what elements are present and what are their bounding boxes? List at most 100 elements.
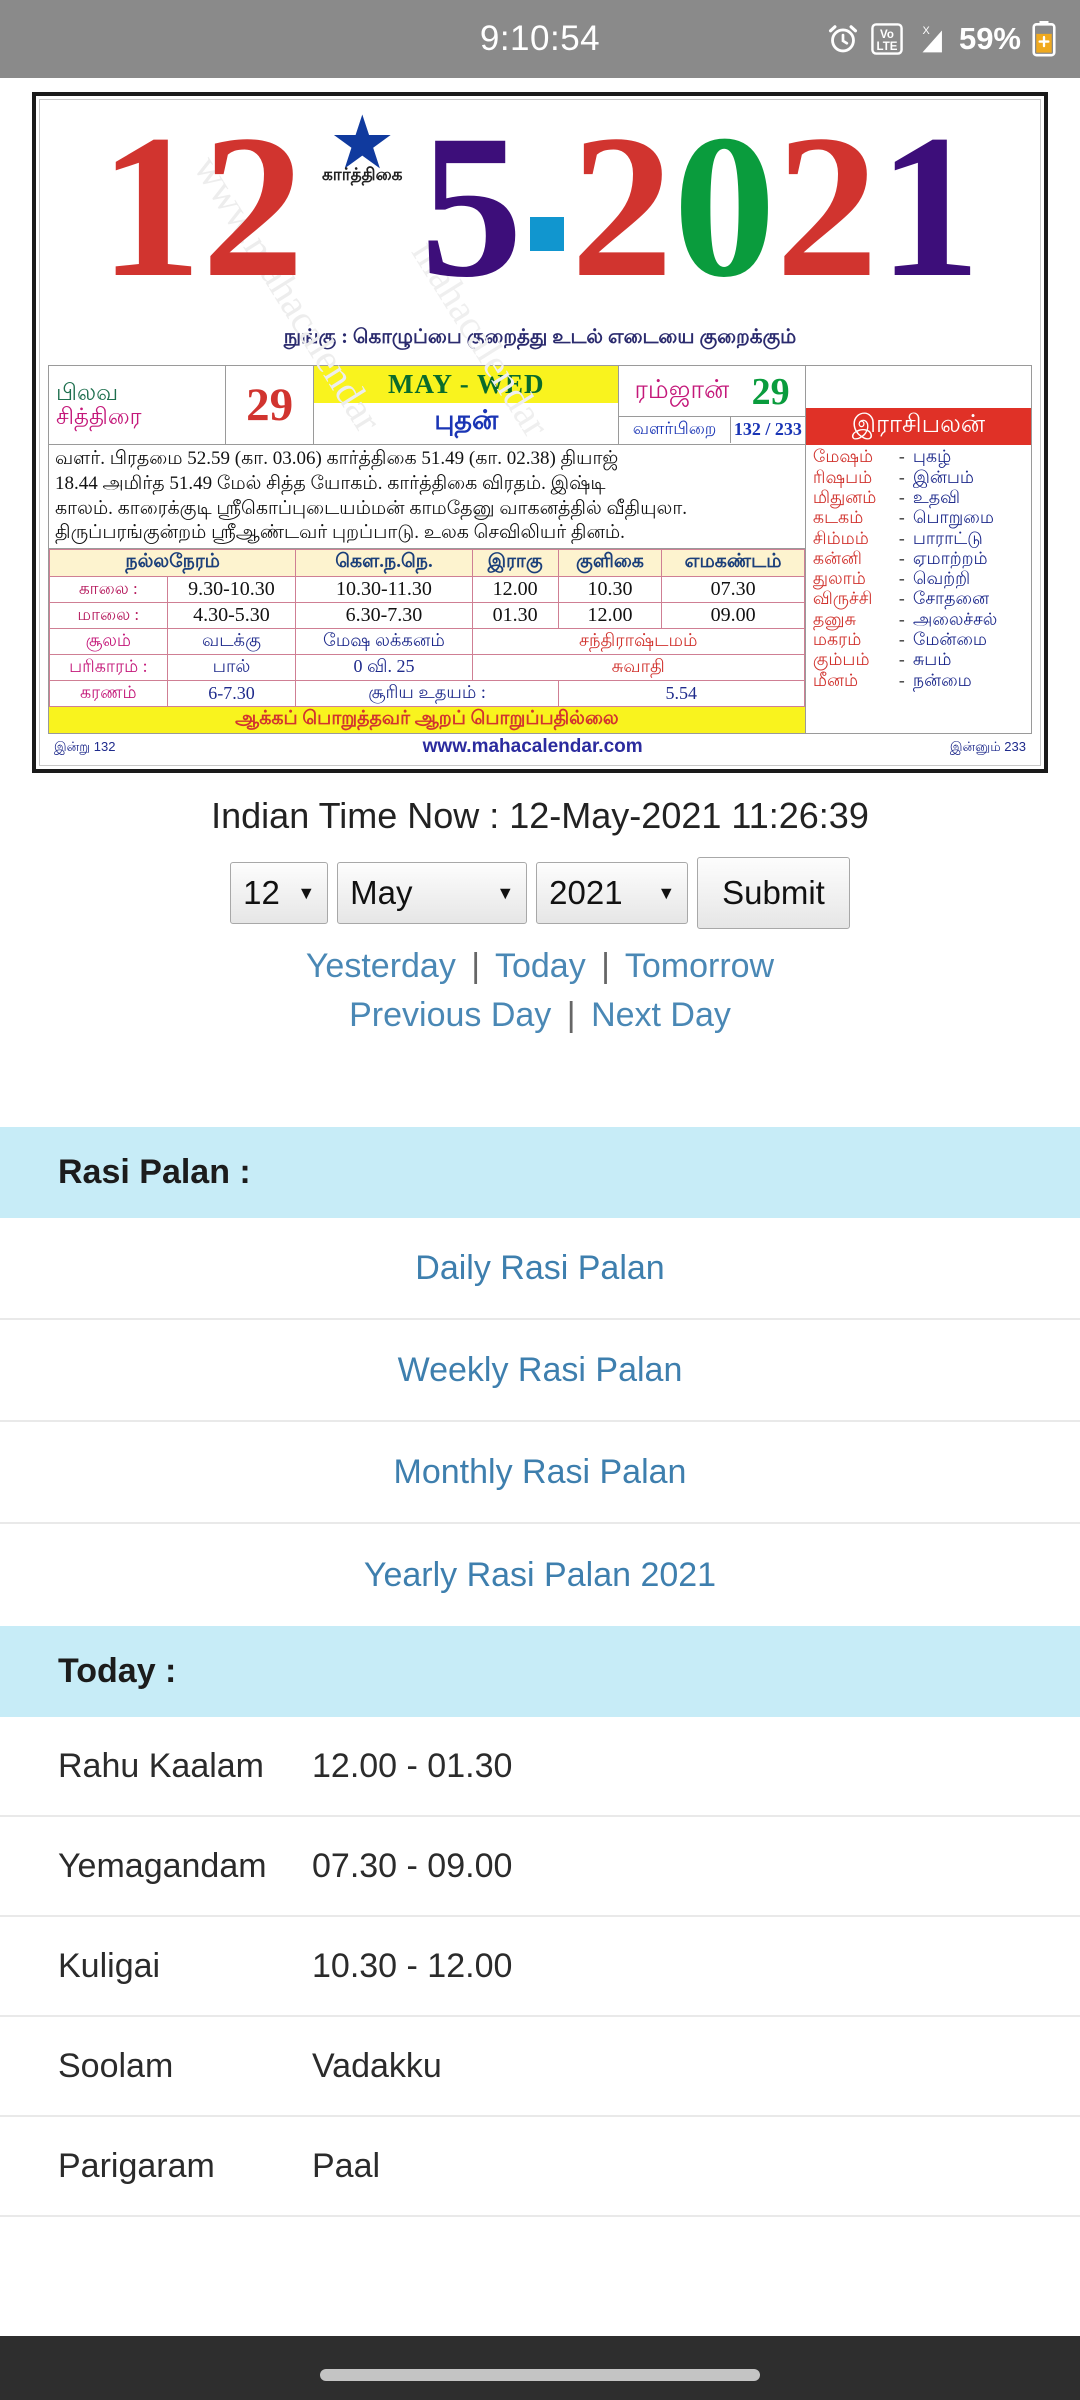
big-date-day: 12 [99, 99, 305, 320]
table-row: Rahu Kaalam 12.00 - 01.30 [0, 1717, 1080, 1818]
days-remaining: இன்னும் 233 [949, 738, 1026, 754]
big-date-year-0: 0 [673, 99, 776, 320]
monthly-rasi-palan-link[interactable]: Monthly Rasi Palan [394, 1453, 687, 1492]
panchangam-line: வளர். பிரதமை 52.59 (கா. 03.06) கார்த்திக… [55, 448, 619, 469]
chevron-down-icon: ▼ [496, 882, 515, 903]
chevron-down-icon: ▼ [297, 882, 316, 903]
soolam-label: சூலம் [49, 628, 168, 656]
rasi-row: கன்னி - ஏமாற்றம் [812, 547, 988, 568]
svg-text:X: X [922, 25, 930, 37]
col-kuligai: குளிகை [557, 549, 663, 578]
col-raahu: இராகு [471, 549, 559, 578]
karanam-label: கரணம் [49, 680, 168, 708]
yesterday-link[interactable]: Yesterday [306, 947, 456, 985]
table-row: Kuligai 10.30 - 12.00 [0, 1917, 1080, 2018]
big-date-year-2: 2 [570, 99, 674, 320]
islamic-date: 29 [751, 370, 790, 413]
page-scroll-area[interactable]: www.mahacalendar mahacalendar 12 ★ கார்த… [0, 92, 1080, 2400]
rasi-row: மிதுனம் - உதவி [812, 486, 961, 507]
next-day-link[interactable]: Next Day [591, 996, 731, 1034]
parigaram-row: பரிகாரம் : பால் 0 வி. 25 சுவாதி [49, 654, 805, 682]
today-section: Today : Rahu Kaalam 12.00 - 01.30 Yemaga… [0, 1626, 1080, 2218]
tamil-year: பிலவ [56, 379, 119, 405]
big-date-year-2b: 2 [775, 99, 879, 320]
submit-button[interactable]: Submit [697, 857, 850, 930]
sunrise-label: சூரிய உதயம் : [295, 680, 559, 708]
calendar-image: www.mahacalendar mahacalendar 12 ★ கார்த… [32, 92, 1048, 774]
karanam-row: கரணம் 6-7.30 சூரிய உதயம் : 5.54 [49, 680, 805, 708]
volte-icon: Vo LTE [871, 23, 903, 55]
times-row: மாலை : 4.30-5.30 6.30-7.30 01.30 12.00 0… [49, 602, 805, 630]
battery-percent-label: 59% [958, 21, 1021, 56]
month-select[interactable]: May ▼ [337, 862, 528, 925]
battery-icon [1032, 21, 1056, 57]
big-date-month: 5 [420, 99, 523, 320]
today-link[interactable]: Today [495, 947, 586, 985]
weekly-rasi-palan-link[interactable]: Weekly Rasi Palan [398, 1351, 683, 1390]
tamil-month: சித்திரை [56, 404, 142, 429]
rasi-row: தனுசு - அலைச்சல் [812, 608, 998, 629]
rasi-palan-link-row[interactable]: Monthly Rasi Palan [0, 1422, 1080, 1525]
auspicious-times-table: நல்லநேரம் கௌ.ந.நெ. இராகு குளிகை எமகண்டம்… [48, 549, 805, 708]
alarm-icon [828, 25, 857, 53]
website-url: www.mahacalendar.com [422, 736, 643, 758]
table-row: Parigaram Paal [0, 2117, 1080, 2218]
big-date-display: 12 ★ கார்த்திகை 5 2 0 2 1 [48, 104, 1032, 309]
soolam-row: சூலம் வடக்கு மேஷ லக்கனம் சந்திராஷ்டமம் [49, 628, 805, 656]
days-elapsed: இன்று 132 [54, 738, 116, 754]
calendar-detail-table: பிலவ சித்திரை 29 MAY - WED புதன் ரம்ஜான்… [48, 364, 1033, 735]
svg-text:Vo: Vo [880, 29, 894, 41]
times-row: காலை : 9.30-10.30 10.30-11.30 12.00 10.3… [49, 576, 805, 604]
bottom-proverb-strip: ஆக்கப் பொறுத்தவர் ஆறப் பொறுப்பதில்லை [49, 707, 805, 734]
indian-time-now: Indian Time Now : 12-May-2021 11:26:39 [211, 795, 869, 837]
panchangam-line: காலம். காரைக்குடி ஸ்ரீகொப்புடையம்மன் காம… [55, 497, 687, 519]
sunrise-value: 5.54 [557, 680, 805, 708]
android-navigation-bar [0, 2336, 1080, 2400]
home-gesture-pill[interactable] [320, 2369, 760, 2381]
rasi-palan-link-row[interactable]: Daily Rasi Palan [0, 1218, 1080, 1321]
irappu-value: 0 வி. 25 [295, 654, 473, 682]
rasi-row: மேஷம் - புகழ் [812, 446, 952, 467]
rasi-palan-list: மேஷம் - புகழ் ரிஷபம் - இன்பம் மிதுனம் - [806, 445, 1031, 691]
parigaram-label: Parigaram [58, 2146, 215, 2185]
chevron-down-icon: ▼ [657, 882, 676, 903]
rahu-kaalam-value: 12.00 - 01.30 [312, 1746, 513, 1785]
rasi-row: சிம்மம் - பாராட்டு [812, 527, 983, 548]
chandrashtamam-value: சந்திராஷ்டமம் [471, 628, 805, 656]
islamic-month: ரம்ஜான் [634, 375, 730, 404]
rasi-palan-section-heading: Rasi Palan : [0, 1127, 1080, 1219]
signal-icon: X [922, 25, 942, 53]
col-emakandam: எமகண்டம் [661, 549, 805, 578]
weekday-tamil: புதன் [434, 405, 499, 435]
kuligai-value: 10.30 - 12.00 [312, 1946, 513, 1985]
rasi-palan-link-row[interactable]: Yearly Rasi Palan 2021 [0, 1524, 1080, 1626]
rasi-row: ரிஷபம் - இன்பம் [812, 466, 974, 487]
daily-rasi-palan-link[interactable]: Daily Rasi Palan [415, 1249, 664, 1288]
previous-day-link[interactable]: Previous Day [349, 996, 551, 1034]
tomorrow-link[interactable]: Tomorrow [625, 947, 774, 985]
big-date-year-1: 1 [878, 99, 981, 320]
nakshatra-star-block: ★ கார்த்திகை [306, 105, 418, 187]
svg-text:LTE: LTE [877, 41, 898, 53]
col-kowri: கௌ.ந.நெ. [295, 549, 473, 578]
day-select-value: 12 [243, 874, 280, 912]
year-select[interactable]: 2021 ▼ [536, 862, 689, 925]
yearly-rasi-palan-link[interactable]: Yearly Rasi Palan 2021 [364, 1556, 716, 1595]
rasi-row: விருச்சி - சோதனை [812, 588, 990, 609]
rasi-palan-section: Rasi Palan : Daily Rasi Palan Weekly Ras… [0, 1127, 1080, 1626]
soolam-value: வடக்கு [166, 628, 297, 656]
day-select[interactable]: 12 ▼ [230, 862, 329, 925]
day-counter: 132 / 233 [733, 418, 802, 439]
parigaram-label: பரிகாரம் : [49, 654, 168, 682]
month-select-value: May [350, 874, 413, 912]
rasi-palan-header: இராசிபலன் [805, 408, 1031, 446]
lagnam-value: மேஷ லக்கனம் [295, 628, 473, 656]
yemagandam-label: Yemagandam [58, 1846, 267, 1885]
health-tagline: நுங்கு : கொழுப்பை குறைத்து உடல் எடையை கு… [283, 326, 797, 348]
rasi-palan-link-row[interactable]: Weekly Rasi Palan [0, 1320, 1080, 1423]
link-separator: | [601, 947, 611, 986]
day-navigation-links: Yesterday | Today | Tomorrow Previous Da… [0, 947, 1080, 1035]
table-row: Yemagandam 07.30 - 09.00 [0, 1817, 1080, 1918]
year-select-value: 2021 [549, 874, 623, 912]
table-row: Soolam Vadakku [0, 2017, 1080, 2118]
